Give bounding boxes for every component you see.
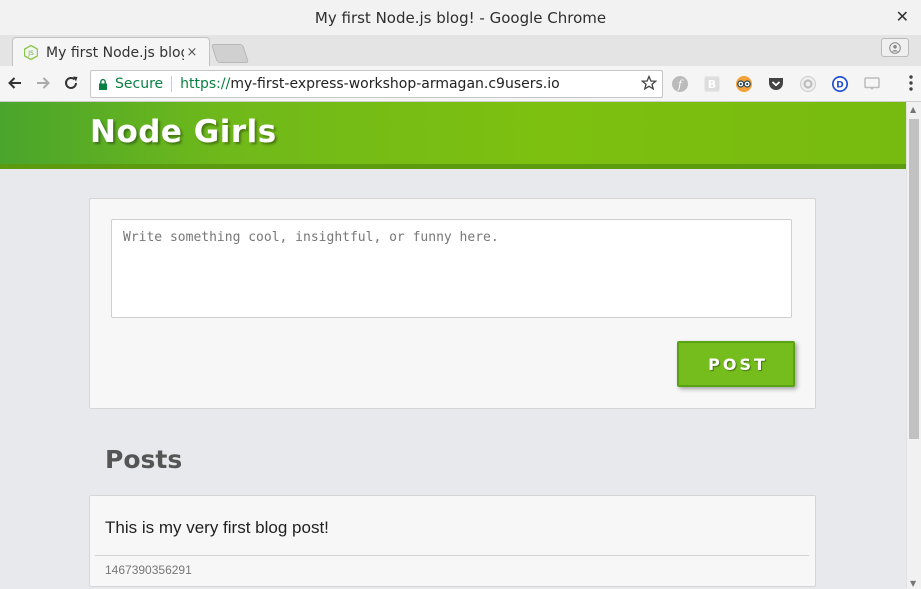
tab-strip: JS My first Node.js blog × <box>0 35 921 67</box>
back-button[interactable] <box>4 72 26 94</box>
comment-icon[interactable] <box>863 75 881 93</box>
back-arrow-icon <box>8 77 21 89</box>
forward-button[interactable] <box>32 72 54 94</box>
reload-icon <box>65 76 78 89</box>
page-scrollbar[interactable]: ▲ ▼ <box>906 102 921 589</box>
tab-close-button[interactable]: × <box>184 45 200 60</box>
url-scheme: https:// <box>180 76 231 92</box>
secure-indicator[interactable]: Secure <box>97 76 163 92</box>
gear-icon[interactable] <box>799 75 817 93</box>
pocket-icon[interactable] <box>767 75 785 93</box>
bookmark-star-icon[interactable] <box>640 74 658 95</box>
svg-text:JS: JS <box>27 50 34 57</box>
forward-arrow-icon <box>37 77 50 89</box>
post-textarea[interactable] <box>111 219 792 318</box>
nodejs-icon: JS <box>23 45 39 61</box>
scrollbar-thumb[interactable] <box>909 119 919 439</box>
post-divider <box>95 555 809 556</box>
kebab-menu-icon <box>909 75 913 91</box>
browser-menu-button[interactable] <box>907 74 915 96</box>
owl-icon[interactable] <box>735 75 753 93</box>
address-separator <box>171 76 173 92</box>
window-title: My first Node.js blog! - Google Chrome <box>314 8 607 27</box>
post-composer: POST <box>89 198 816 409</box>
fedora-icon[interactable]: f <box>671 75 689 93</box>
scroll-down-arrow-icon[interactable]: ▼ <box>910 579 916 588</box>
address-bar[interactable]: Secure https://my-first-express-workshop… <box>90 70 663 98</box>
page-viewport: Node Girls POST Posts This is my very fi… <box>0 102 907 589</box>
site-brand[interactable]: Node Girls <box>90 114 277 150</box>
browser-toolbar: Secure https://my-first-express-workshop… <box>0 66 921 102</box>
b-icon[interactable]: B <box>703 75 721 93</box>
tab-title: My first Node.js blog <box>46 44 184 61</box>
post-button[interactable]: POST <box>677 341 795 387</box>
browser-tab[interactable]: JS My first Node.js blog × <box>12 37 210 67</box>
reload-button[interactable] <box>60 72 82 94</box>
svg-text:D: D <box>836 81 843 91</box>
posts-heading: Posts <box>105 445 183 474</box>
window-titlebar: My first Node.js blog! - Google Chrome ✕ <box>0 0 921 36</box>
site-header: Node Girls <box>0 102 907 169</box>
url-host: my-first-express-workshop-armagan.c9user… <box>230 76 560 92</box>
svg-text:B: B <box>708 78 716 91</box>
d-icon[interactable]: D <box>831 75 849 93</box>
profile-icon[interactable] <box>881 38 909 57</box>
lock-icon <box>99 78 107 90</box>
window-close-button[interactable]: ✕ <box>896 7 909 26</box>
secure-label: Secure <box>115 76 164 92</box>
new-tab-button[interactable] <box>210 44 250 63</box>
post-timestamp: 1467390356291 <box>105 563 192 577</box>
scroll-up-arrow-icon[interactable]: ▲ <box>910 105 916 114</box>
post-body: This is my very first blog post! <box>105 518 329 537</box>
post-card: This is my very first blog post! 1467390… <box>89 495 816 587</box>
